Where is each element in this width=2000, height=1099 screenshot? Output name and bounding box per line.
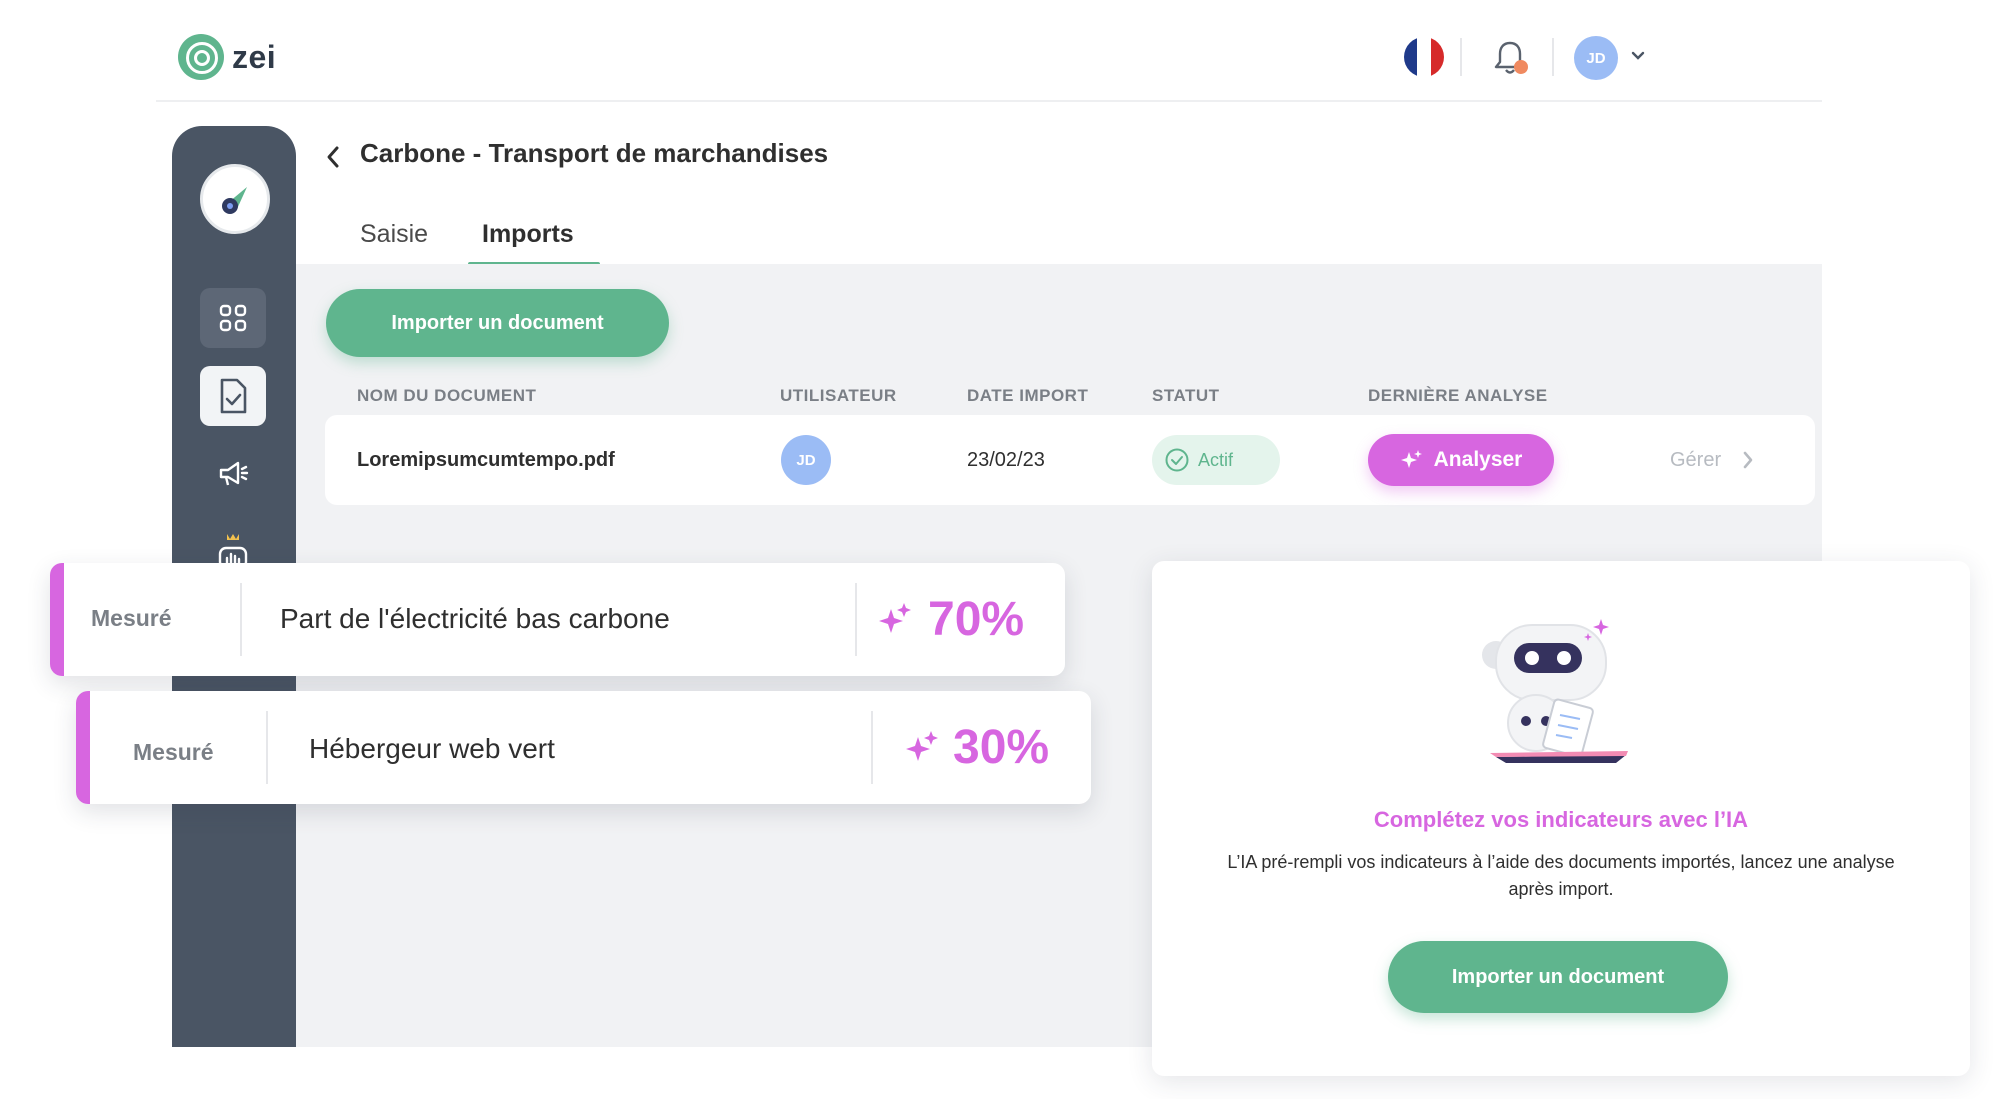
ai-card-title: Complétez vos indicateurs avec l’IA	[1373, 807, 1749, 832]
metric-divider	[871, 711, 873, 784]
table-row[interactable]: Loremipsumcumtempo.pdf JD 23/02/23 Actif…	[325, 415, 1815, 505]
metric-tag: Mesuré	[91, 605, 172, 631]
import-date: 23/02/23	[967, 448, 1045, 471]
sparkle-icon	[1400, 450, 1422, 468]
megaphone-icon[interactable]	[200, 444, 266, 504]
app-logo[interactable]: zei	[178, 34, 276, 80]
sparkle-icon	[879, 603, 911, 633]
topbar-divider	[1460, 38, 1462, 76]
metric-divider	[240, 583, 242, 656]
metric-tag: Mesuré	[133, 739, 214, 765]
status-badge: Actif	[1152, 435, 1280, 485]
document-check-icon[interactable]	[200, 366, 266, 426]
metric-card[interactable]: Mesuré Part de l'électricité bas carbone…	[50, 563, 1065, 676]
tab-saisie[interactable]: Saisie	[360, 220, 428, 249]
metric-divider	[266, 711, 268, 784]
metric-accent-stripe	[76, 691, 90, 804]
metric-card[interactable]: Mesuré Hébergeur web vert 30%	[76, 691, 1091, 804]
notification-bell-icon[interactable]	[1490, 38, 1530, 78]
manage-link[interactable]: Gérer	[1670, 449, 1755, 472]
column-header-user[interactable]: UTILISATEUR	[780, 386, 897, 406]
column-header-date[interactable]: DATE IMPORT	[967, 386, 1088, 406]
robot-illustration-icon	[1482, 619, 1628, 763]
metric-accent-stripe	[50, 563, 64, 676]
dashboard-grid-icon[interactable]	[200, 288, 266, 348]
metric-divider	[855, 583, 857, 656]
column-header-status[interactable]: STATUT	[1152, 386, 1220, 406]
notification-dot	[1514, 60, 1528, 74]
import-document-button[interactable]: Importer un document	[326, 289, 669, 357]
analyze-label: Analyser	[1433, 448, 1523, 471]
metric-name: Part de l'électricité bas carbone	[280, 603, 670, 634]
status-label: Actif	[1198, 449, 1234, 470]
ai-import-document-button[interactable]: Importer un document	[1388, 941, 1728, 1013]
logo-text: zei	[232, 38, 277, 75]
column-header-last-analysis[interactable]: DERNIÈRE ANALYSE	[1368, 386, 1548, 406]
chevron-right-icon	[1743, 451, 1753, 469]
tab-imports[interactable]: Imports	[482, 220, 574, 249]
sparkle-icon	[906, 731, 938, 761]
chevron-left-icon[interactable]	[322, 144, 344, 170]
sidebar-brand-icon[interactable]	[200, 164, 270, 234]
check-circle-icon	[1165, 448, 1189, 472]
metric-value: 30%	[953, 721, 1050, 774]
page-title: Carbone - Transport de marchandises	[360, 138, 829, 168]
topbar-divider	[1552, 38, 1554, 76]
french-flag-icon[interactable]	[1404, 37, 1444, 77]
column-header-document[interactable]: NOM DU DOCUMENT	[357, 386, 536, 406]
zei-logo-icon	[178, 34, 224, 80]
metric-value: 70%	[928, 593, 1025, 646]
ai-card-description: L’IA pré-rempli vos indicateurs à l’aide…	[1227, 852, 1895, 899]
analyze-button[interactable]: Analyser	[1368, 434, 1554, 486]
chevron-down-icon[interactable]	[1628, 46, 1648, 66]
top-bar: zei	[156, 0, 1822, 102]
user-avatar: JD	[781, 435, 831, 485]
manage-label: Gérer	[1670, 448, 1722, 471]
ai-assistant-card: Complétez vos indicateurs avec l’IA L’IA…	[1152, 561, 1970, 1076]
user-avatar[interactable]: JD	[1574, 36, 1618, 80]
document-name[interactable]: Loremipsumcumtempo.pdf	[357, 415, 615, 505]
metric-name: Hébergeur web vert	[309, 733, 555, 764]
